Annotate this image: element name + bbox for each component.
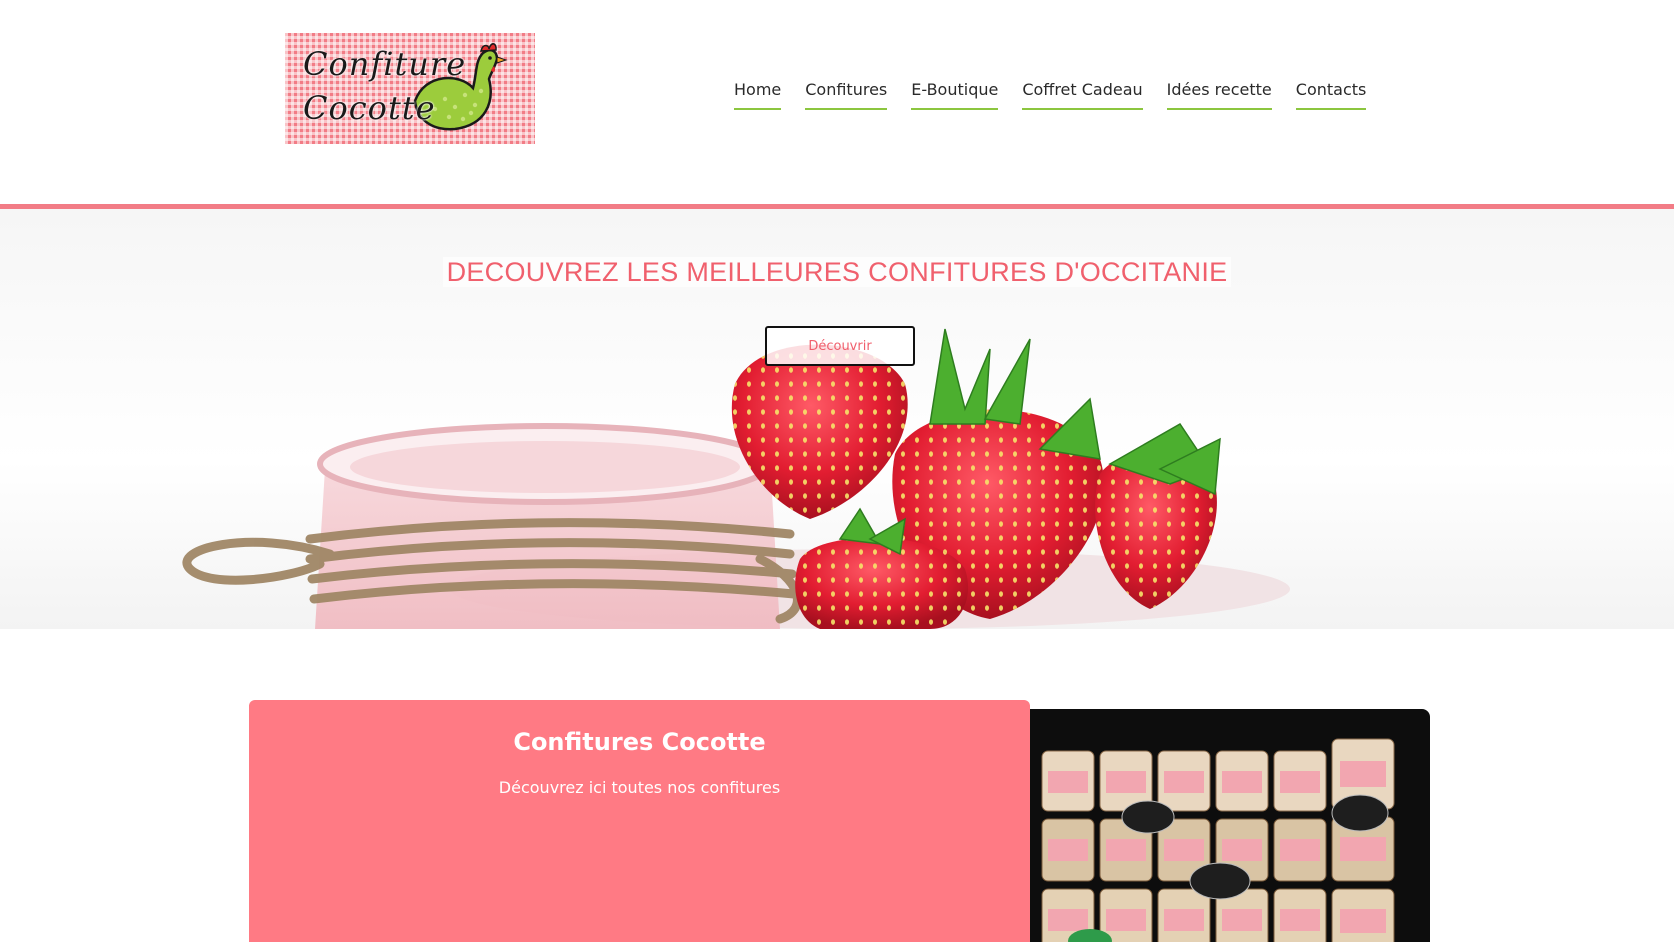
nav-confitures[interactable]: Confitures <box>805 80 888 110</box>
decouvrir-button[interactable]: Découvrir <box>765 326 915 366</box>
card-title: Confitures Cocotte <box>513 728 766 756</box>
hero-title: DECOUVREZ LES MEILLEURES CONFITURES D'OC… <box>0 257 1674 288</box>
logo-text-confiture: Confiture <box>303 45 467 83</box>
nav-e-boutique[interactable]: E-Boutique <box>911 80 999 110</box>
nav-home[interactable]: Home <box>734 80 782 110</box>
jam-jars-photo <box>1030 709 1430 942</box>
nav-coffret-cadeau[interactable]: Coffret Cadeau <box>1022 80 1143 110</box>
main-nav: Home Confitures E-Boutique Coffret Cadea… <box>734 80 1367 110</box>
site-header: Confiture Cocotte Home Confitures E-Bout… <box>0 0 1674 205</box>
card-subtitle: Découvrez ici toutes nos confitures <box>498 778 781 797</box>
hero-title-text: DECOUVREZ LES MEILLEURES CONFITURES D'OC… <box>442 257 1232 287</box>
confitures-card: Confitures Cocotte Découvrez ici toutes … <box>249 700 1030 942</box>
jam-jars-image <box>1041 738 1395 942</box>
nav-idees-recette[interactable]: Idées recette <box>1166 80 1272 110</box>
logo-text-cocotte: Cocotte <box>303 89 436 127</box>
nav-contacts[interactable]: Contacts <box>1295 80 1367 110</box>
hero-banner: DECOUVREZ LES MEILLEURES CONFITURES D'OC… <box>0 209 1674 629</box>
logo[interactable]: Confiture Cocotte <box>285 33 535 144</box>
